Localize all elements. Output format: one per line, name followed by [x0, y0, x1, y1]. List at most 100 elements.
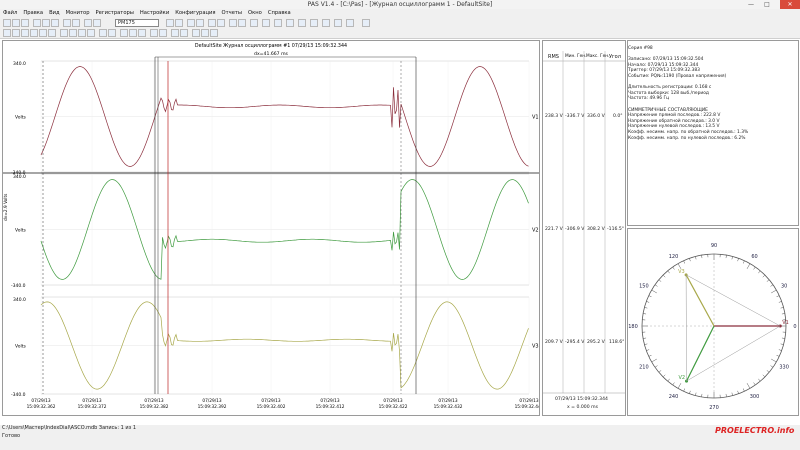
calendar-icon[interactable] [274, 19, 282, 27]
online-icon[interactable] [84, 19, 92, 27]
data-log-icon[interactable] [229, 19, 237, 27]
phasor-angle-label: 150 [639, 284, 649, 290]
next-icon[interactable] [180, 29, 188, 37]
phasor-tick [683, 260, 686, 264]
menu-monitor[interactable]: Монитор [63, 9, 93, 18]
ch-top-label: 340.0 [13, 61, 26, 67]
waveform-svg[interactable]: DefaultSite Журнал осциллограмм #1 07/29… [3, 41, 539, 415]
ch-bottom-label: -340.0 [11, 283, 26, 289]
download-icon[interactable] [175, 19, 183, 27]
spectrum-icon[interactable] [39, 29, 47, 37]
v3-rms: 209.7 V [545, 340, 563, 345]
phasor-tick [781, 313, 785, 315]
zoom-in-icon[interactable] [120, 29, 128, 37]
save-icon[interactable] [21, 19, 29, 27]
zoom-fit-icon[interactable] [138, 29, 146, 37]
waveform-icon[interactable] [238, 19, 246, 27]
table-icon[interactable] [286, 19, 294, 27]
download-setup-icon[interactable] [196, 19, 204, 27]
phasor-tick [658, 279, 662, 282]
monitor-icon[interactable] [208, 19, 216, 27]
device-combo[interactable]: PM175 [115, 19, 159, 27]
phasor-tick [662, 374, 666, 378]
offline-icon[interactable] [93, 19, 101, 27]
pan-icon[interactable] [150, 29, 158, 37]
phasor-tick [725, 393, 727, 397]
settings-icon[interactable] [298, 19, 306, 27]
dx-label: dx=41.667 ms [254, 51, 288, 57]
menu-configuration[interactable]: Конфигурация [172, 9, 218, 18]
x-tick-time: 15:09:32.362 [27, 404, 56, 410]
refresh-icon[interactable] [210, 29, 218, 37]
overlay-icon[interactable] [21, 29, 29, 37]
menu-help[interactable]: Справка [265, 9, 294, 18]
export-icon[interactable] [262, 19, 270, 27]
phasor-tick [689, 390, 691, 394]
menu-settings[interactable]: Настройки [137, 9, 172, 18]
x-tick-time: 15:09:32.392 [198, 404, 227, 410]
col-min: Мин. Ген. [565, 54, 587, 59]
menu-recorders[interactable]: Регистраторы [93, 9, 137, 18]
x-tick-time: 15:09:32.412 [316, 404, 345, 410]
marker-icon[interactable] [78, 29, 86, 37]
phasor-tick [746, 263, 751, 269]
upload-setup-icon[interactable] [187, 19, 195, 27]
report-icon[interactable] [250, 19, 258, 27]
prev-icon[interactable] [171, 29, 179, 37]
phasor-tick [758, 378, 761, 382]
phasor-diagram[interactable]: 0 30 60 90 120 150 180 210 240 270 300 330 V1 V2 V3 [628, 229, 798, 415]
filter-icon[interactable] [192, 29, 200, 37]
flag-icon[interactable] [87, 29, 95, 37]
phasor-tick [762, 374, 766, 378]
phasor-angle-label: 120 [669, 254, 679, 260]
cut-icon[interactable] [33, 19, 41, 27]
minimize-button[interactable]: — [744, 0, 758, 9]
phasor-tick [689, 258, 691, 262]
close-button[interactable]: ✕ [780, 0, 800, 9]
print-icon[interactable] [63, 19, 71, 27]
upload-icon[interactable] [166, 19, 174, 27]
menu-window[interactable]: Окно [245, 9, 265, 18]
phasor-tick [667, 270, 670, 274]
align-left-icon[interactable] [60, 29, 68, 37]
copy-icon[interactable] [42, 19, 50, 27]
first-icon[interactable] [99, 29, 107, 37]
menu-file[interactable]: Файл [0, 9, 20, 18]
phasor-tick [667, 378, 670, 382]
maximize-button[interactable]: □ [760, 0, 774, 9]
options-icon[interactable] [201, 29, 209, 37]
col-max: Макс. Ген. [586, 54, 610, 59]
phasor-tick [778, 301, 782, 303]
v3-max: 295.2 V [587, 340, 605, 345]
grid-icon[interactable] [3, 29, 11, 37]
menu-reports[interactable]: Отчеты [219, 9, 245, 18]
paste-icon[interactable] [51, 19, 59, 27]
open-icon[interactable] [12, 19, 20, 27]
waveform-panel: DefaultSite Журнал осциллограмм #1 07/29… [2, 40, 540, 416]
phasor-angle-label: 330 [779, 365, 789, 371]
phasor-tick [781, 337, 785, 339]
new-icon[interactable] [3, 19, 11, 27]
x-tick-date: 07/29/13 [438, 398, 458, 404]
phasor-tick [695, 256, 697, 260]
align-right-icon[interactable] [69, 29, 77, 37]
x-tick-date: 07/29/13 [31, 398, 51, 404]
help-icon[interactable] [362, 19, 370, 27]
chart-icon[interactable] [322, 19, 330, 27]
rtc-icon[interactable] [217, 19, 225, 27]
rms-icon[interactable] [334, 19, 342, 27]
hz-icon[interactable] [48, 29, 56, 37]
menu-view[interactable]: Вид [46, 9, 63, 18]
cursor-icon[interactable] [159, 29, 167, 37]
zoom-out-icon[interactable] [129, 29, 137, 37]
last-icon[interactable] [108, 29, 116, 37]
print-preview-icon[interactable] [72, 19, 80, 27]
ch-bottom-label: -340.0 [11, 392, 26, 398]
harmonics-icon[interactable] [30, 29, 38, 37]
channels-icon[interactable] [12, 29, 20, 37]
menu-edit[interactable]: Правка [20, 9, 46, 18]
phasor-tick [753, 382, 756, 386]
stop-icon[interactable] [310, 19, 318, 27]
x-tick-time: 15:09:32.382 [140, 404, 169, 410]
phasor-icon[interactable] [346, 19, 354, 27]
